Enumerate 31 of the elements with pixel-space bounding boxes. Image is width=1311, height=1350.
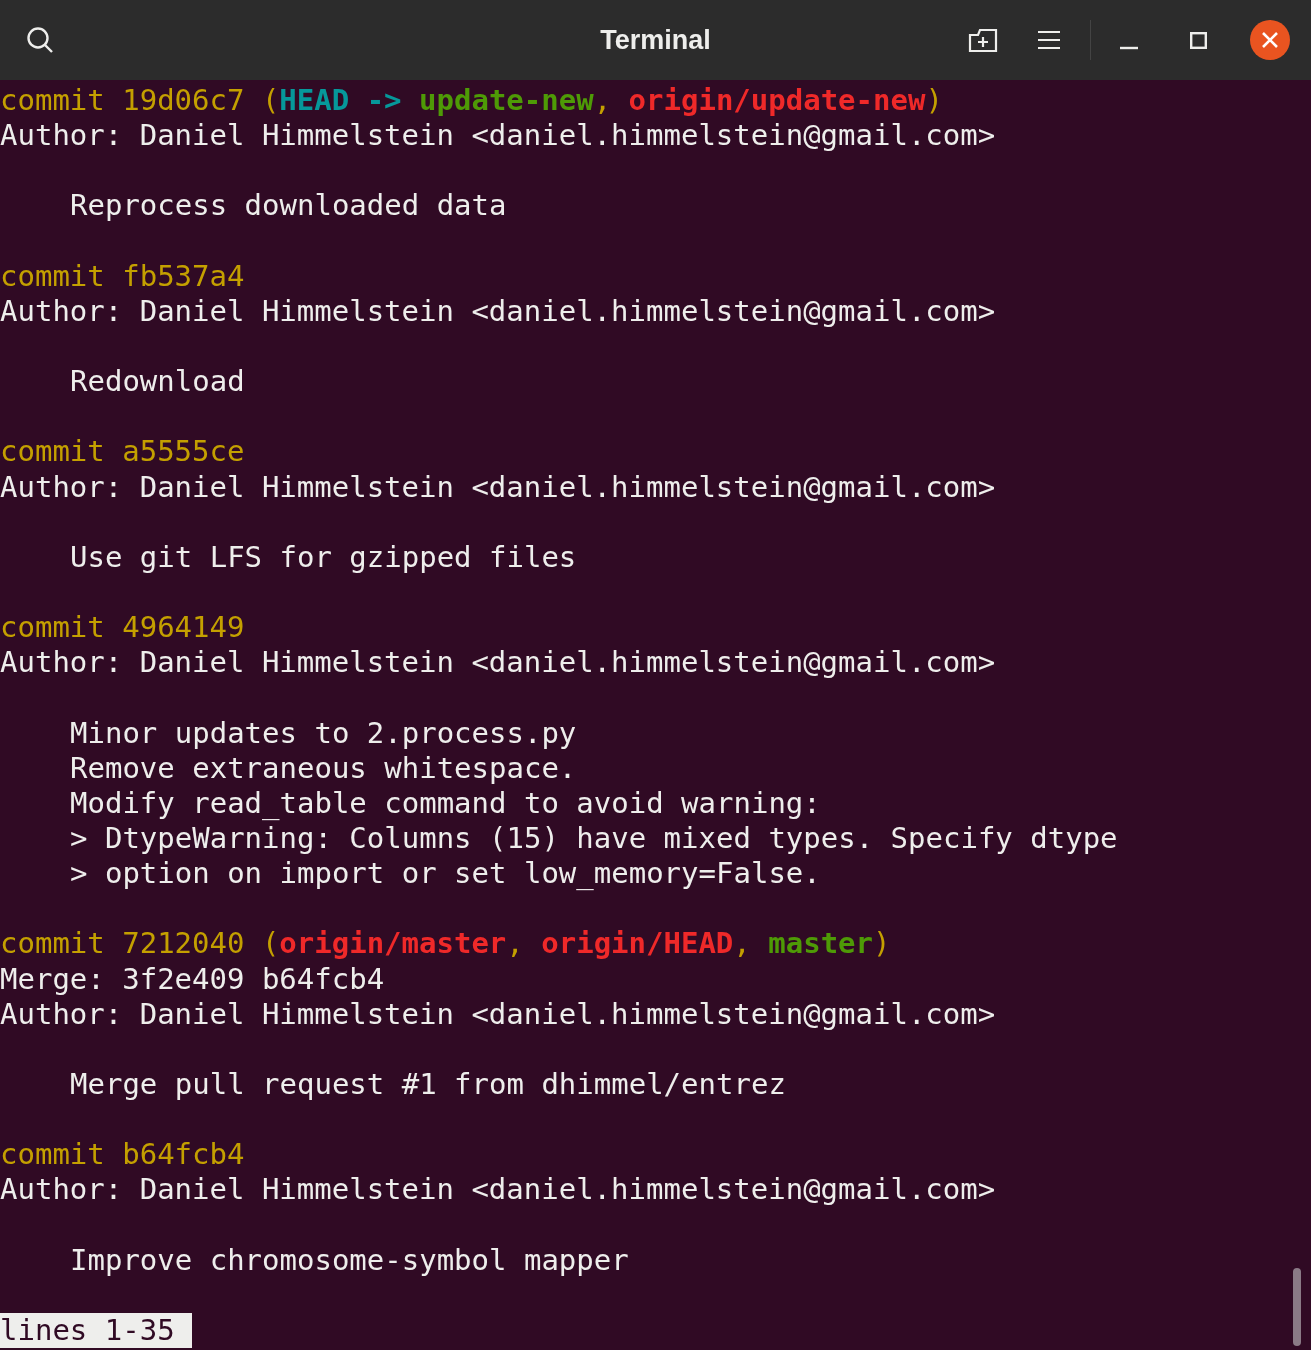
commit-message: Remove extraneous whitespace. — [70, 750, 577, 785]
commit-message: Use git LFS for gzipped files — [70, 539, 577, 574]
search-icon[interactable] — [26, 26, 54, 54]
menu-icon[interactable] — [1038, 30, 1060, 50]
scrollbar[interactable] — [1293, 1268, 1301, 1346]
author-line: Author: Daniel Himmelstein <daniel.himmelstein@gmail.com> — [0, 1172, 996, 1207]
merge-line: Merge: 3f2e409 b64fcb4 — [0, 961, 385, 996]
author-line: Author: Daniel Himmelstein <daniel.himmelstein@gmail.com> — [0, 996, 996, 1031]
commit-line: commit 4964149 — [0, 610, 245, 645]
commit-message: Minor updates to 2.process.py — [70, 715, 577, 750]
new-tab-icon[interactable] — [968, 27, 998, 53]
author-line: Author: Daniel Himmelstein <daniel.himmelstein@gmail.com> — [0, 469, 996, 504]
commit-line: commit 7212040 (origin/master, origin/HEAD, master) — [0, 926, 891, 961]
commit-line: commit 19d06c7 (HEAD -> update-new, origin/update-new) — [0, 83, 943, 117]
commit-message: Redownload — [70, 364, 245, 399]
commit-message: > option on import or set low_memory=False. — [70, 856, 821, 891]
commit-message: Reprocess downloaded data — [70, 188, 507, 223]
author-line: Author: Daniel Himmelstein <daniel.himmelstein@gmail.com> — [0, 293, 996, 328]
commit-message: Improve chromosome-symbol mapper — [70, 1242, 629, 1277]
close-icon[interactable] — [1250, 20, 1290, 60]
commit-line: commit a5555ce — [0, 434, 245, 469]
minimize-icon[interactable] — [1120, 46, 1138, 50]
window-title: Terminal — [600, 24, 711, 55]
commit-message: > DtypeWarning: Columns (15) have mixed types. Specify dtype — [70, 820, 1118, 855]
commit-message: Modify read_table command to avoid warning: — [70, 785, 821, 820]
author-line: Author: Daniel Himmelstein <daniel.himmelstein@gmail.com> — [0, 118, 996, 153]
commit-message: Merge pull request #1 from dhimmel/entrez — [70, 1066, 786, 1101]
author-line: Author: Daniel Himmelstein <daniel.himmelstein@gmail.com> — [0, 645, 996, 680]
commit-line: commit b64fcb4 — [0, 1137, 245, 1172]
commit-line: commit fb537a4 — [0, 258, 245, 293]
maximize-icon[interactable] — [1190, 31, 1207, 49]
